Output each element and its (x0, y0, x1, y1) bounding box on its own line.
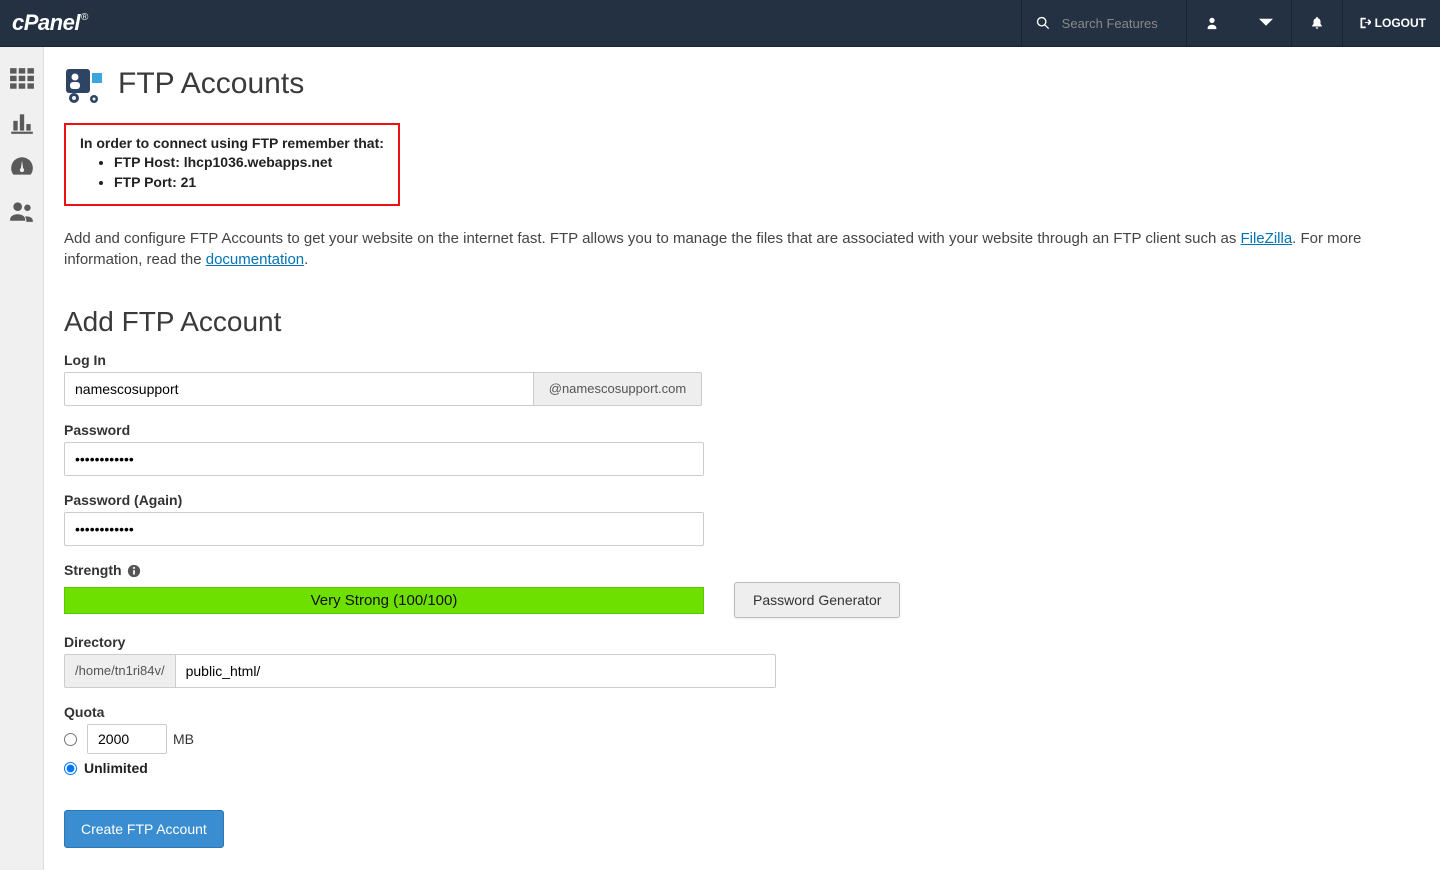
create-ftp-button[interactable]: Create FTP Account (64, 810, 224, 848)
quota-unlimited-radio[interactable] (64, 762, 77, 775)
ftp-info-box: In order to connect using FTP remember t… (64, 123, 400, 206)
logout-button[interactable]: LOGOUT (1342, 0, 1440, 46)
user-menu[interactable] (1186, 0, 1291, 46)
sidebar-users[interactable] (0, 189, 44, 233)
main-content: FTP Accounts In order to connect using F… (44, 47, 1440, 870)
ftp-icon (64, 63, 106, 105)
login-label: Log In (64, 352, 1420, 368)
logo-area: cPanel® (0, 10, 88, 36)
password-input[interactable] (64, 442, 704, 476)
strength-label: Strength (64, 562, 1420, 578)
quota-limited-radio[interactable] (64, 733, 77, 746)
info-host: FTP Host: lhcp1036.webapps.net (114, 153, 384, 173)
page-header: FTP Accounts (64, 63, 1420, 105)
notifications-button[interactable] (1291, 0, 1342, 46)
bell-icon (1310, 16, 1324, 30)
search-icon (1036, 16, 1050, 30)
sidebar-home[interactable] (0, 57, 44, 101)
cpanel-logo[interactable]: cPanel® (12, 10, 88, 35)
section-title: Add FTP Account (64, 306, 1420, 338)
strength-bar: Very Strong (100/100) (64, 587, 704, 614)
page-title: FTP Accounts (118, 67, 304, 101)
sidebar-stats[interactable] (0, 101, 44, 145)
documentation-link[interactable]: documentation (206, 251, 304, 268)
user-icon (1205, 16, 1219, 30)
bar-chart-icon (9, 110, 35, 136)
unlimited-label: Unlimited (84, 760, 148, 776)
sidebar-dashboard[interactable] (0, 145, 44, 189)
login-domain: @namescosupport.com (534, 372, 702, 406)
password2-input[interactable] (64, 512, 704, 546)
quota-label: Quota (64, 704, 1420, 720)
users-icon (9, 198, 35, 224)
sidebar (0, 47, 44, 870)
directory-label: Directory (64, 634, 1420, 650)
filezilla-link[interactable]: FileZilla (1240, 230, 1292, 247)
quota-unit: MB (173, 731, 194, 747)
password-label: Password (64, 422, 1420, 438)
info-icon (127, 564, 141, 578)
search-box[interactable] (1021, 0, 1186, 46)
password-generator-button[interactable]: Password Generator (734, 582, 900, 618)
directory-input[interactable] (175, 654, 776, 688)
login-input[interactable] (64, 372, 534, 406)
directory-prefix: /home/tn1ri84v/ (64, 654, 175, 688)
logout-icon (1357, 16, 1371, 30)
password2-label: Password (Again) (64, 492, 1420, 508)
gauge-icon (9, 154, 35, 180)
caret-down-icon (1259, 16, 1273, 30)
search-input[interactable] (1062, 16, 1172, 31)
info-title: In order to connect using FTP remember t… (80, 135, 384, 151)
intro-text: Add and configure FTP Accounts to get yo… (64, 228, 1420, 270)
grid-icon (9, 66, 35, 92)
top-nav: cPanel® LOGOUT (0, 0, 1440, 47)
quota-value-input[interactable] (87, 724, 167, 754)
info-port: FTP Port: 21 (114, 173, 384, 193)
